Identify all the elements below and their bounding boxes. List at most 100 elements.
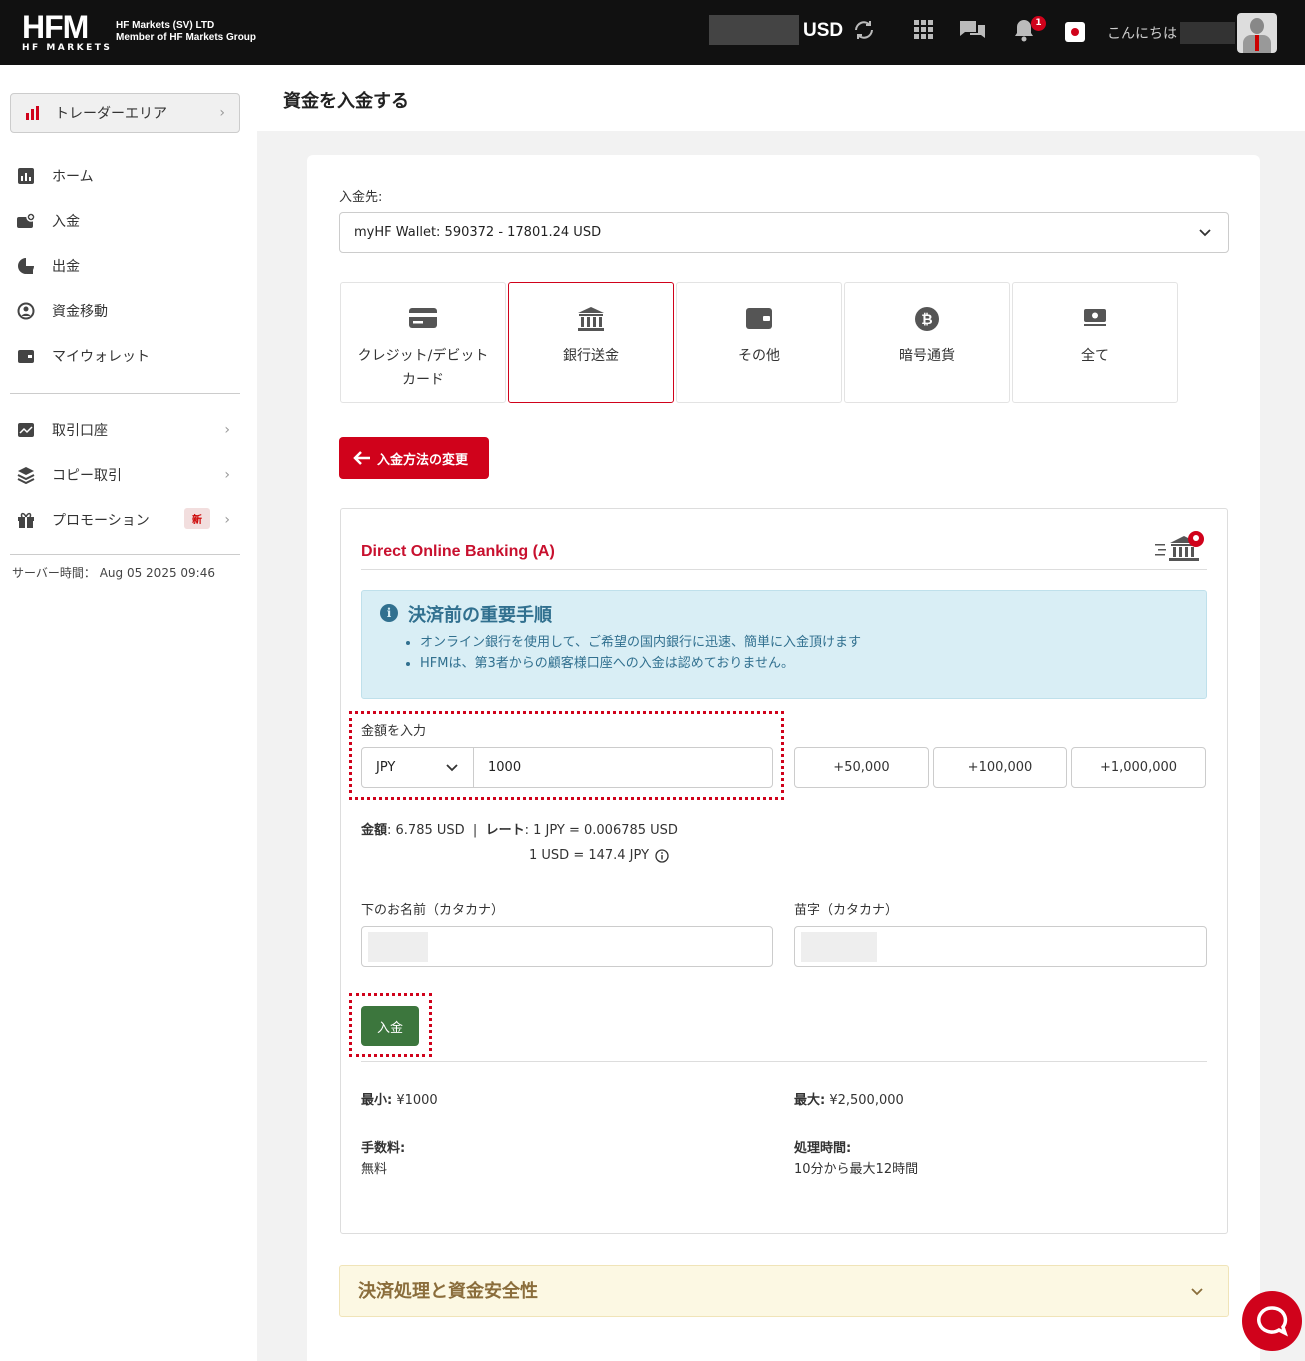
processing-time-info: 処理時間: 10分から最大12時間 (794, 1138, 918, 1180)
sidebar-divider (10, 393, 240, 394)
chat-messages-icon[interactable] (958, 18, 986, 46)
first-name-input[interactable] (361, 926, 773, 967)
sidebar-item-label: 出金 (52, 259, 80, 275)
method-label: クレジット/デビットカード (357, 348, 489, 388)
deposit-submit-button[interactable]: 入金 (361, 1006, 419, 1046)
sidebar-item-label: プロモーション (52, 513, 150, 529)
max-label: 最大: (794, 1093, 826, 1108)
sidebar-item-label: コピー取引 (52, 468, 122, 484)
amount-label: 金額を入力 (361, 724, 427, 739)
sidebar-item-home[interactable]: ホーム (16, 166, 236, 186)
company-info: HF Markets (SV) LTD Member of HF Markets… (116, 20, 256, 44)
page-title: 資金を入金する (283, 91, 409, 112)
gift-icon (16, 510, 36, 530)
username-masked (1180, 22, 1235, 44)
credit-card-icon (341, 306, 505, 332)
processing-time-label: 処理時間: (794, 1141, 852, 1156)
trader-area-label: トレーダーエリア (55, 106, 167, 122)
hfm-logo[interactable]: HFM HF MARKETS (22, 9, 113, 53)
info-list-item: オンライン銀行を使用して、ご希望の国内銀行に迅速、簡単に入金頂けます (420, 632, 861, 653)
max-amount: 最大: ¥2,500,000 (794, 1090, 904, 1111)
avatar[interactable] (1237, 13, 1277, 53)
change-method-label: 入金方法の変更 (377, 452, 469, 468)
online-bank-icon (1155, 530, 1207, 570)
deposit-to-label: 入金先: (339, 190, 383, 205)
chart-icon (16, 166, 36, 186)
currency-select[interactable]: JPY (361, 747, 474, 788)
deposit-to-select[interactable]: myHF Wallet: 590372 - 17801.24 USD (339, 212, 1229, 253)
min-label: 最小: (361, 1093, 393, 1108)
bitcoin-icon: ₿ (845, 306, 1009, 332)
server-time: サーバー時間： Aug 05 2025 09:46 (12, 564, 215, 581)
sidebar-item-label: 取引口座 (52, 423, 108, 439)
sidebar-item-promotions[interactable]: プロモーション 新 › (16, 508, 236, 530)
sidebar-item-label: ホーム (52, 169, 94, 185)
sidebar-item-copy-trading[interactable]: コピー取引 › (16, 465, 236, 485)
japan-flag-icon[interactable] (1065, 22, 1085, 42)
quick-add-100000-button[interactable]: +100,000 (933, 747, 1067, 788)
cash-icon (1013, 306, 1177, 332)
info-list-item: HFMは、第3者からの顧客様口座への入金は認めておりません。 (420, 653, 861, 674)
first-name-label: 下のお名前（カタカナ） (361, 903, 505, 918)
fee-info: 手数料: 無料 (361, 1138, 405, 1180)
balance-masked (709, 15, 799, 45)
trader-area-button[interactable]: トレーダーエリア › (10, 93, 240, 133)
change-method-button[interactable]: 入金方法の変更 (339, 437, 489, 479)
sidebar-item-deposit[interactable]: 入金 (16, 211, 236, 231)
transfer-icon (16, 301, 36, 321)
sidebar: トレーダーエリア › ホーム 入金 出金 資金移動 マイウォレット 取引口座 ›… (0, 65, 257, 1361)
wallet-icon (677, 306, 841, 332)
fee-value: 無料 (361, 1162, 388, 1177)
sidebar-item-label: マイウォレット (52, 349, 150, 365)
conversion-summary: 金額: 6.785 USD | レート: 1 JPY = 0.006785 US… (361, 819, 678, 838)
redacted-value (801, 932, 877, 962)
limits-divider (361, 1061, 1207, 1062)
company-line-1: HF Markets (SV) LTD (116, 20, 215, 31)
deposit-to-value: myHF Wallet: 590372 - 17801.24 USD (354, 225, 602, 240)
logo-subtext: HF MARKETS (22, 43, 113, 53)
svg-text:₿: ₿ (921, 312, 932, 328)
page-header: 資金を入金する (257, 65, 1305, 131)
sidebar-item-withdraw[interactable]: 出金 (16, 256, 236, 276)
amount-result-value: : 6.785 USD | (387, 823, 486, 838)
quick-add-1000000-button[interactable]: +1,000,000 (1071, 747, 1206, 788)
logo-text: HFM (22, 9, 89, 45)
rate-label: レート (485, 823, 525, 838)
amount-result-label: 金額 (361, 823, 388, 838)
method-label: 暗号通貨 (899, 348, 955, 364)
method-label: その他 (738, 348, 780, 364)
max-value: ¥2,500,000 (825, 1093, 904, 1108)
sidebar-item-transfer[interactable]: 資金移動 (16, 301, 236, 321)
method-credit-card[interactable]: クレジット/デビットカード (340, 282, 506, 403)
info-circle-icon[interactable] (655, 848, 669, 863)
method-label: 銀行送金 (563, 348, 619, 364)
live-chat-button[interactable] (1242, 1291, 1302, 1351)
sidebar-item-label: 資金移動 (52, 304, 108, 320)
security-accordion[interactable]: 決済処理と資金安全性 (339, 1265, 1229, 1317)
amount-input[interactable] (473, 747, 773, 788)
sidebar-divider (10, 554, 240, 555)
currency-value: JPY (376, 760, 396, 775)
method-label: 全て (1081, 348, 1109, 364)
method-crypto[interactable]: ₿ 暗号通貨 (844, 282, 1010, 403)
new-badge: 新 (184, 508, 210, 529)
last-name-label: 苗字（カタカナ） (794, 903, 899, 918)
method-other[interactable]: その他 (676, 282, 842, 403)
trading-account-icon (16, 420, 36, 440)
min-value: ¥1000 (392, 1093, 438, 1108)
sidebar-item-wallet[interactable]: マイウォレット (16, 346, 236, 366)
refresh-icon[interactable] (852, 18, 876, 46)
quick-add-50000-button[interactable]: +50,000 (794, 747, 929, 788)
method-all[interactable]: 全て (1012, 282, 1178, 403)
chevron-right-icon: › (224, 467, 230, 483)
apps-grid-icon[interactable] (912, 18, 934, 44)
bank-title-divider (361, 569, 1207, 570)
info-title: 決済前の重要手順 (408, 605, 552, 626)
top-bar: HFM HF MARKETS HF Markets (SV) LTD Membe… (0, 0, 1305, 65)
method-bank-transfer[interactable]: 銀行送金 (508, 282, 674, 403)
bank-icon (509, 306, 673, 332)
min-amount: 最小: ¥1000 (361, 1090, 438, 1111)
last-name-input[interactable] (794, 926, 1207, 967)
sidebar-item-trading-accounts[interactable]: 取引口座 › (16, 420, 236, 440)
server-time-label: サーバー時間： (12, 566, 96, 580)
